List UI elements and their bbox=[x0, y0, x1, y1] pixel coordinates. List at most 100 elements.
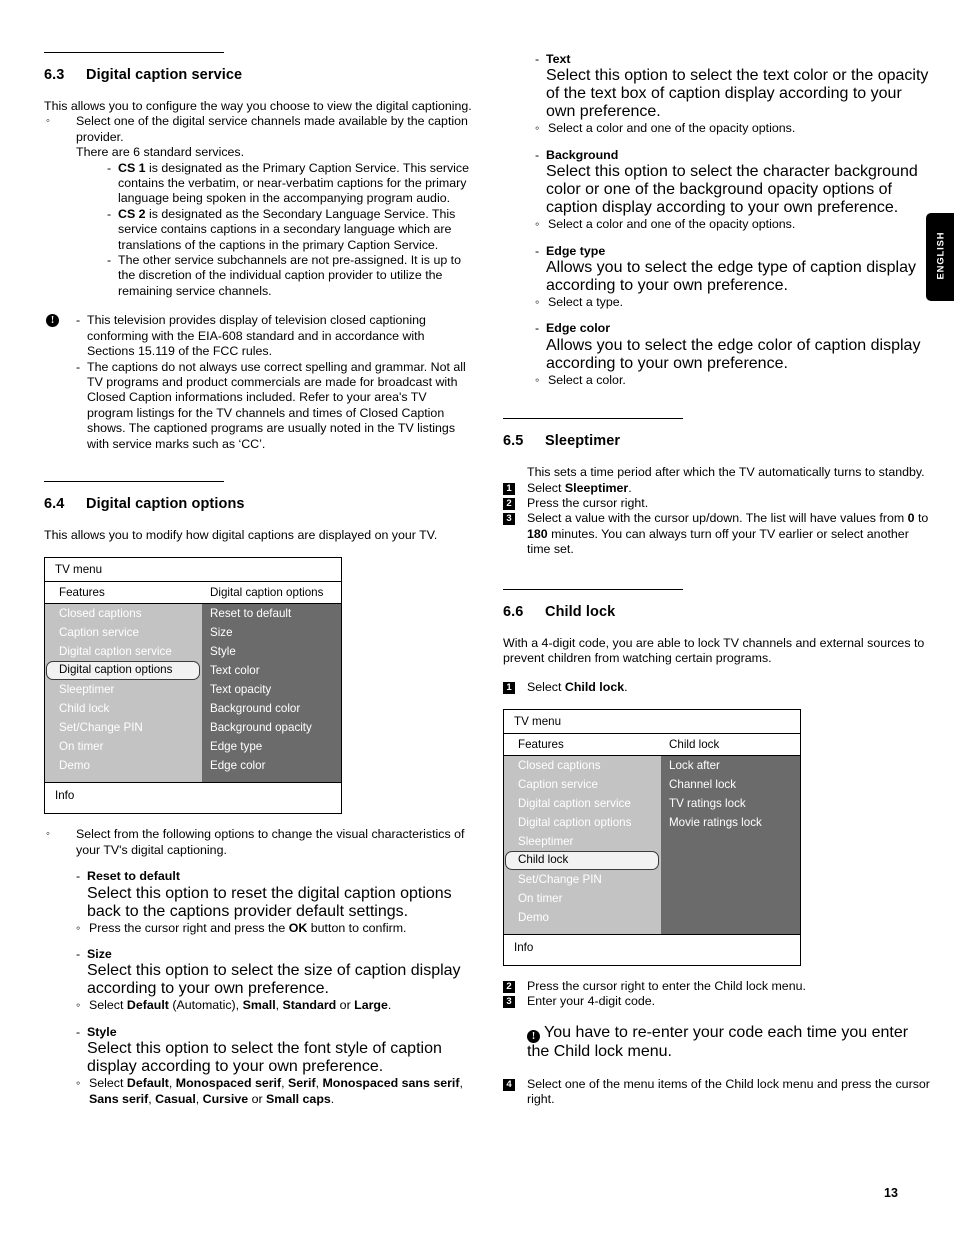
menu-option[interactable]: Background opacity bbox=[202, 718, 341, 737]
section-63-warning-note: ! - This television provides display of … bbox=[44, 313, 474, 452]
option-title: Style bbox=[87, 1024, 117, 1039]
menu-option[interactable]: Background color bbox=[202, 699, 341, 718]
section-heading-66: 6.6 Child lock bbox=[503, 604, 933, 620]
tv-menu-column-headers: Features Child lock bbox=[504, 732, 800, 756]
section-66-steps: 2 Press the cursor right to enter the Ch… bbox=[503, 979, 933, 1010]
menu-item[interactable]: Sleeptimer bbox=[45, 680, 202, 699]
menu-item[interactable]: Demo bbox=[504, 908, 661, 927]
section-63-bullet-line1: Select one of the digital service channe… bbox=[76, 114, 468, 144]
step-text: Press the cursor right. bbox=[527, 496, 649, 511]
menu-item[interactable]: Caption service bbox=[45, 623, 202, 642]
menu-item-selected[interactable]: Digital caption options bbox=[46, 661, 200, 681]
menu-item[interactable]: Set/Change PIN bbox=[45, 718, 202, 737]
menu-option[interactable]: Reset to default bbox=[202, 604, 341, 623]
tv-menu-title: TV menu bbox=[55, 563, 103, 577]
menu-option[interactable] bbox=[661, 889, 800, 908]
step-item: 2 Press the cursor right to enter the Ch… bbox=[503, 979, 933, 994]
menu-item[interactable]: Sleeptimer bbox=[504, 832, 661, 851]
menu-item[interactable]: Closed captions bbox=[504, 756, 661, 775]
step-item: 3 Select a value with the cursor up/down… bbox=[503, 511, 933, 557]
option-background: - Background Select this option to selec… bbox=[535, 148, 933, 233]
menu-option[interactable] bbox=[661, 908, 800, 927]
menu-item[interactable]: Child lock bbox=[45, 699, 202, 718]
step-item: 4 Select one of the menu items of the Ch… bbox=[503, 1077, 933, 1108]
menu-item[interactable]: Closed captions bbox=[45, 604, 202, 623]
menu-item-selected[interactable]: Child lock bbox=[505, 850, 659, 870]
circle-bullet-icon: ◦ bbox=[535, 217, 540, 232]
tv-menu-child-lock[interactable]: TV menu Features Child lock Closed capti… bbox=[503, 708, 801, 966]
dash-marker: - bbox=[535, 321, 540, 336]
tv-menu-digital-caption-options[interactable]: TV menu Features Digital caption options… bbox=[44, 557, 342, 815]
menu-option[interactable]: Edge type bbox=[202, 737, 341, 756]
option-desc: Select this option to select the text co… bbox=[546, 67, 929, 121]
section-65-steps: 1 Select Sleeptimer. 2 Press the cursor … bbox=[503, 481, 933, 558]
menu-item[interactable]: On timer bbox=[504, 889, 661, 908]
action-text: Select a color. bbox=[548, 372, 626, 387]
option-title-row: - Edge color bbox=[535, 321, 933, 336]
step-number: 3 bbox=[503, 996, 515, 1009]
section-heading-64: 6.4 Digital caption options bbox=[44, 496, 474, 512]
tv-menu-info-label: Info bbox=[45, 782, 341, 814]
language-tab-label: ENGLISH bbox=[934, 231, 946, 280]
list-item: - The captions do not always use correct… bbox=[76, 360, 474, 452]
menu-item[interactable]: Digital caption service bbox=[45, 642, 202, 661]
section-heading-63: 6.3 Digital caption service bbox=[44, 67, 474, 83]
right-column: - Text Select this option to select the … bbox=[503, 52, 933, 1108]
menu-item[interactable]: Digital caption options bbox=[504, 813, 661, 832]
document-page: 6.3 Digital caption service This allows … bbox=[0, 0, 954, 1235]
section-number-64: 6.4 bbox=[44, 495, 65, 512]
menu-item[interactable]: Demo bbox=[45, 756, 202, 775]
menu-option[interactable]: Channel lock bbox=[661, 775, 800, 794]
section-64-options-intro: ◦ Select from the following options to c… bbox=[44, 827, 474, 858]
option-action: ◦ Press the cursor right and press the O… bbox=[76, 921, 474, 936]
step-text: Select one of the menu items of the Chil… bbox=[527, 1076, 930, 1107]
tv-menu-features-list[interactable]: Closed captions Caption service Digital … bbox=[504, 755, 661, 934]
menu-option[interactable] bbox=[661, 832, 800, 851]
option-action: ◦ Select Default (Automatic), Small, Sta… bbox=[76, 998, 474, 1013]
section-63-dash-list: - CS 1 is designated as the Primary Capt… bbox=[107, 161, 474, 300]
step-text: Select Child lock. bbox=[527, 679, 628, 694]
list-item: - This television provides display of te… bbox=[76, 313, 474, 359]
dash-marker: - bbox=[535, 243, 540, 258]
menu-option[interactable]: Movie ratings lock bbox=[661, 813, 800, 832]
dash-marker: - bbox=[76, 1024, 81, 1039]
menu-option[interactable]: Lock after bbox=[661, 756, 800, 775]
circle-bullet-icon: ◦ bbox=[46, 115, 50, 128]
tv-menu-options-list[interactable]: Lock after Channel lock TV ratings lock … bbox=[661, 755, 800, 934]
option-desc: Allows you to select the edge color of c… bbox=[546, 336, 921, 372]
circle-bullet-icon: ◦ bbox=[76, 998, 81, 1013]
option-action: ◦ Select a type. bbox=[535, 295, 933, 310]
tv-menu-options-list[interactable]: Reset to default Size Style Text color T… bbox=[202, 604, 341, 783]
left-column: 6.3 Digital caption service This allows … bbox=[44, 52, 474, 1107]
menu-item[interactable]: Set/Change PIN bbox=[504, 870, 661, 889]
section-divider-63 bbox=[44, 52, 224, 53]
menu-option[interactable]: Style bbox=[202, 642, 341, 661]
menu-item[interactable]: Digital caption service bbox=[504, 794, 661, 813]
note-text-2: The captions do not always use correct s… bbox=[87, 359, 466, 451]
tv-menu-features-list[interactable]: Closed captions Caption service Digital … bbox=[45, 604, 202, 783]
menu-option[interactable]: Text opacity bbox=[202, 680, 341, 699]
menu-option[interactable] bbox=[661, 870, 800, 889]
tv-menu-col2-header: Digital caption options bbox=[210, 586, 324, 600]
menu-option[interactable]: TV ratings lock bbox=[661, 794, 800, 813]
menu-option[interactable]: Size bbox=[202, 623, 341, 642]
cs1-text: is designated as the Primary Caption Ser… bbox=[118, 160, 469, 206]
action-suffix: button to confirm. bbox=[307, 920, 407, 935]
menu-option[interactable]: Edge color bbox=[202, 756, 341, 775]
tv-menu-body: Closed captions Caption service Digital … bbox=[45, 604, 341, 783]
option-title-row: - Size bbox=[76, 947, 474, 962]
menu-item[interactable]: On timer bbox=[45, 737, 202, 756]
other-subchannels-text: The other service subchannels are not pr… bbox=[118, 253, 461, 298]
option-title: Size bbox=[87, 946, 112, 961]
menu-option[interactable] bbox=[661, 851, 800, 870]
ok-button-label: OK bbox=[288, 920, 308, 935]
option-desc: Select this option to select the font st… bbox=[87, 1040, 442, 1076]
section-66-warning-note: ! You have to re-enter your code each tim… bbox=[527, 1024, 933, 1061]
menu-option[interactable]: Text color bbox=[202, 661, 341, 680]
option-title-row: - Reset to default bbox=[76, 869, 474, 884]
menu-item[interactable]: Caption service bbox=[504, 775, 661, 794]
tv-menu-col1-header: Features bbox=[518, 737, 564, 751]
option-title: Edge color bbox=[546, 321, 611, 336]
option-edge-type: - Edge type Allows you to select the edg… bbox=[535, 244, 933, 311]
section-number-65: 6.5 bbox=[503, 433, 524, 450]
